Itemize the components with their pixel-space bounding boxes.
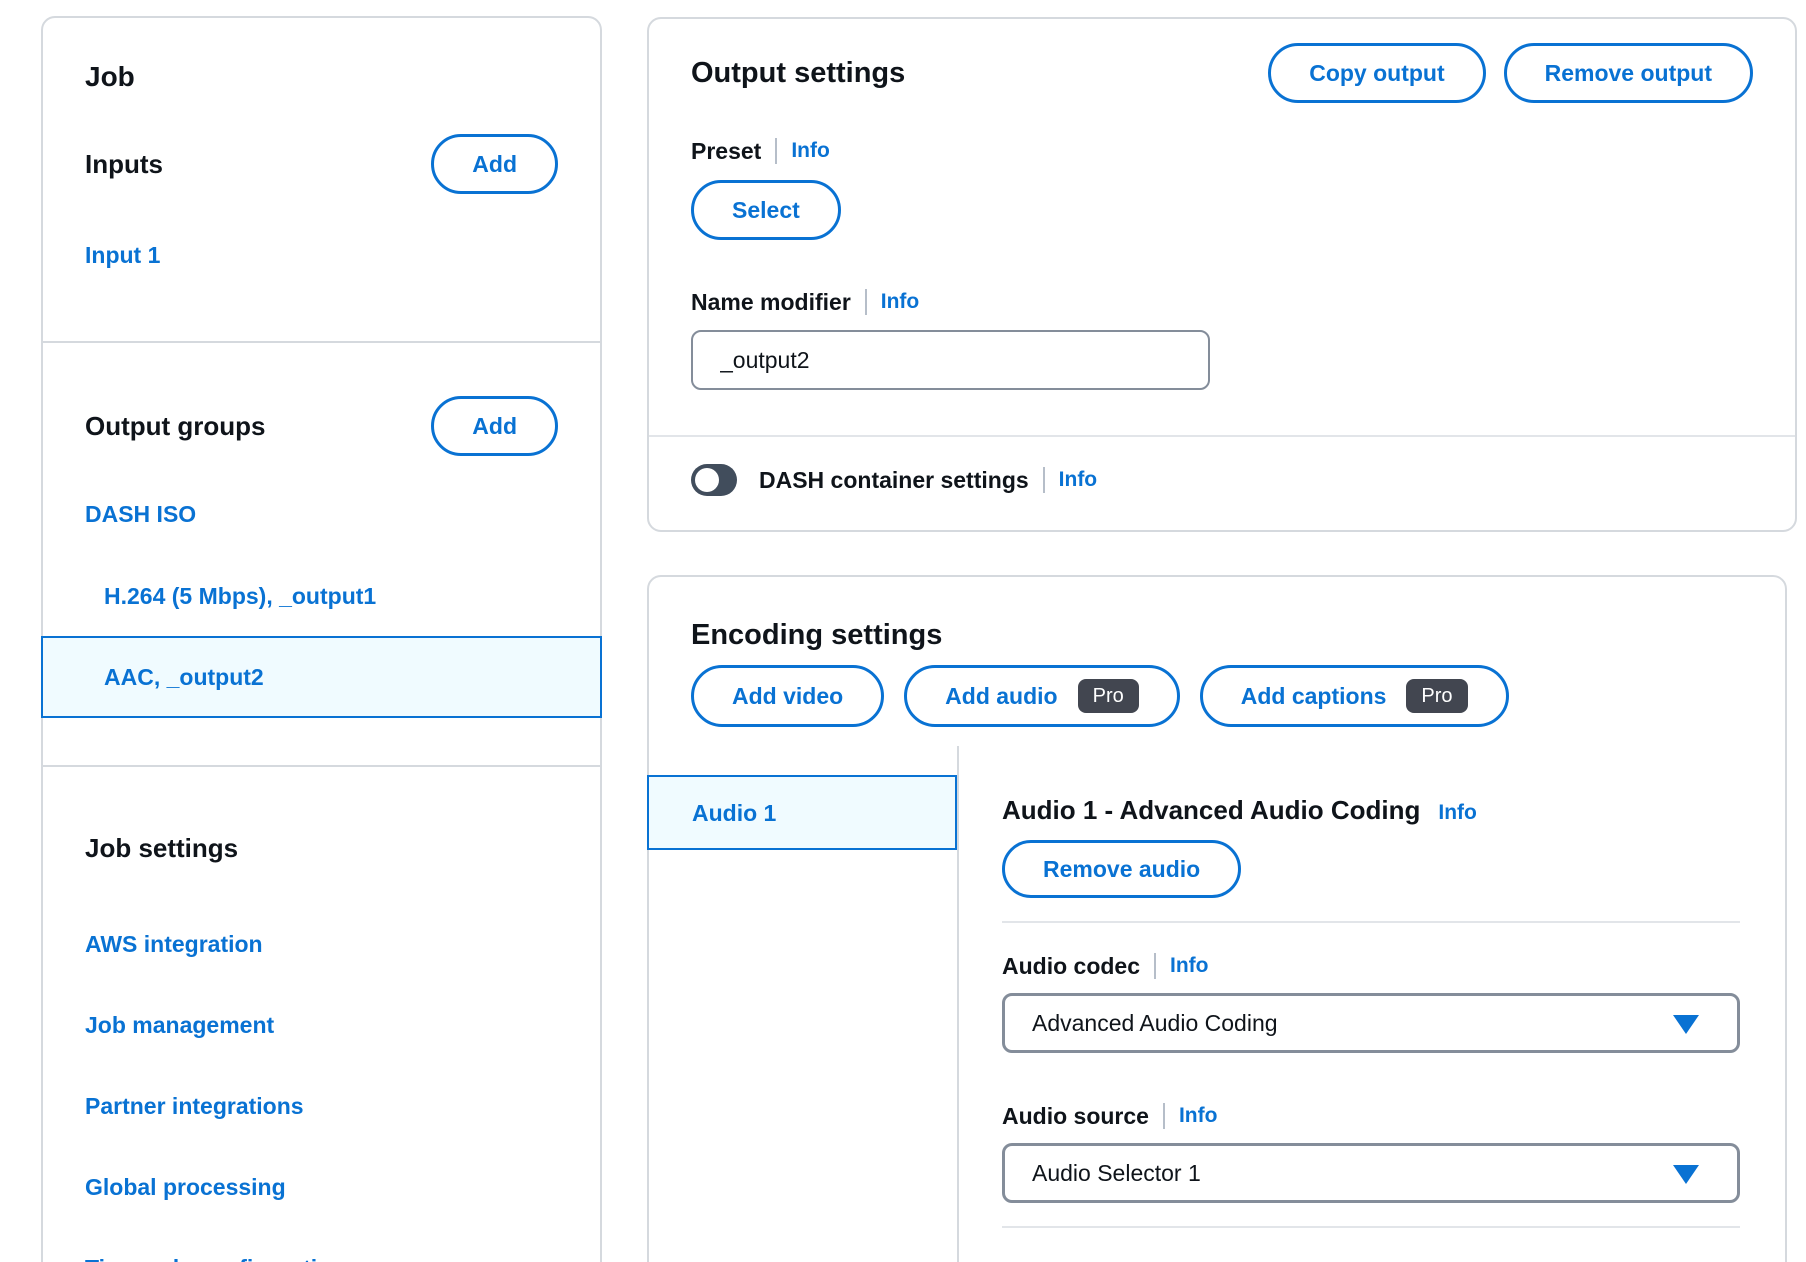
preset-label: Preset (691, 138, 761, 165)
toggle-knob-icon (695, 468, 719, 492)
panel-divider (1002, 921, 1740, 923)
audio-source-value: Audio Selector 1 (1032, 1160, 1201, 1187)
mediaconvert-job-page: Job Inputs Add Input 1 Output groups Add… (0, 0, 1806, 1262)
dash-container-settings-label: DASH container settings (759, 467, 1029, 494)
name-modifier-info-link[interactable]: Info (881, 290, 919, 314)
inputs-header-row: Inputs Add (85, 134, 558, 194)
job-settings-heading: Job settings (85, 831, 558, 865)
preset-info-link[interactable]: Info (791, 139, 829, 163)
audio-1-panel: Audio 1 - Advanced Audio Coding Info Rem… (959, 746, 1785, 1262)
sidebar-item-global-processing[interactable]: Global processing (85, 1172, 558, 1202)
job-panel-title: Job (85, 60, 558, 94)
audio-codec-label-row: Audio codec Info (1002, 951, 1740, 981)
audio-1-heading: Audio 1 - Advanced Audio Coding (1002, 794, 1420, 826)
audio-source-info-link[interactable]: Info (1179, 1104, 1217, 1128)
output-settings-title: Output settings (691, 55, 905, 91)
audio-codec-value: Advanced Audio Coding (1032, 1010, 1278, 1037)
sidebar-item-output-1[interactable]: H.264 (5 Mbps), _output1 (85, 581, 558, 611)
audio-codec-label: Audio codec (1002, 953, 1140, 980)
name-modifier-label-row: Name modifier Info (691, 287, 1753, 317)
name-modifier-label: Name modifier (691, 289, 851, 316)
encoding-tab-layout: Audio 1 Audio 1 - Advanced Audio Coding … (649, 746, 1785, 1262)
preset-select-button[interactable]: Select (691, 180, 841, 240)
audio-codec-info-link[interactable]: Info (1170, 954, 1208, 978)
job-navigation-panel: Job Inputs Add Input 1 Output groups Add… (41, 16, 602, 1262)
panel-divider (1002, 1226, 1740, 1228)
audio-source-select[interactable]: Audio Selector 1 (1002, 1143, 1740, 1203)
sidebar-item-input-1[interactable]: Input 1 (85, 240, 558, 270)
output-settings-actions: Copy output Remove output (1268, 43, 1753, 103)
section-divider (649, 435, 1795, 437)
label-divider (1154, 953, 1156, 979)
audio-codec-select[interactable]: Advanced Audio Coding (1002, 993, 1740, 1053)
output-settings-header: Output settings Copy output Remove outpu… (691, 43, 1753, 103)
audio-tab-list: Audio 1 (649, 746, 959, 1262)
dash-container-settings-info-link[interactable]: Info (1059, 468, 1097, 492)
audio-source-label: Audio source (1002, 1103, 1149, 1130)
tab-audio-1[interactable]: Audio 1 (647, 775, 957, 850)
output-groups-section: Output groups Add DASH ISO H.264 (5 Mbps… (43, 396, 600, 767)
job-inputs-section: Job Inputs Add Input 1 (43, 60, 600, 343)
add-audio-button[interactable]: Add audio Pro (904, 665, 1180, 727)
pro-badge: Pro (1406, 679, 1467, 713)
tab-audio-1-label: Audio 1 (649, 798, 776, 828)
output-groups-header-row: Output groups Add (85, 396, 558, 456)
sidebar-item-partner-integrations[interactable]: Partner integrations (85, 1091, 558, 1121)
add-input-button[interactable]: Add (431, 134, 558, 194)
preset-label-row: Preset Info (691, 136, 1753, 166)
output-groups-heading: Output groups (85, 409, 266, 443)
sidebar-item-job-management[interactable]: Job management (85, 1010, 558, 1040)
add-output-group-button[interactable]: Add (431, 396, 558, 456)
sidebar-item-output-2-selected[interactable]: AAC, _output2 (41, 636, 602, 718)
sidebar-item-aws-integration[interactable]: AWS integration (85, 929, 558, 959)
label-divider (775, 138, 777, 164)
encoding-settings-card: Encoding settings Add video Add audio Pr… (647, 575, 1787, 1262)
add-audio-label: Add audio (945, 683, 1057, 710)
dash-container-settings-row: DASH container settings Info (691, 464, 1753, 496)
add-video-button[interactable]: Add video (691, 665, 884, 727)
remove-output-button[interactable]: Remove output (1504, 43, 1753, 103)
sidebar-item-timecode-configuration[interactable]: Timecode configuration (85, 1253, 558, 1262)
label-divider (865, 289, 867, 315)
chevron-down-icon (1673, 1015, 1699, 1034)
label-divider (1163, 1103, 1165, 1129)
label-divider (1043, 467, 1045, 493)
dash-container-settings-toggle[interactable] (691, 464, 737, 496)
job-settings-section: Job settings AWS integration Job managem… (43, 831, 600, 1262)
add-captions-label: Add captions (1241, 683, 1387, 710)
sidebar-item-dash-iso[interactable]: DASH ISO (85, 499, 558, 529)
chevron-down-icon (1673, 1165, 1699, 1184)
name-modifier-input[interactable] (691, 330, 1210, 390)
audio-1-info-link[interactable]: Info (1438, 801, 1476, 825)
pro-badge: Pro (1078, 679, 1139, 713)
audio-1-heading-row: Audio 1 - Advanced Audio Coding Info (1002, 794, 1740, 826)
sidebar-item-output-2-label: AAC, _output2 (43, 662, 264, 692)
output-settings-card: Output settings Copy output Remove outpu… (647, 17, 1797, 532)
inputs-heading: Inputs (85, 147, 163, 181)
remove-audio-button[interactable]: Remove audio (1002, 840, 1241, 898)
audio-source-label-row: Audio source Info (1002, 1101, 1740, 1131)
encoding-settings-title: Encoding settings (691, 617, 1743, 653)
encoding-actions-row: Add video Add audio Pro Add captions Pro (691, 665, 1743, 727)
copy-output-button[interactable]: Copy output (1268, 43, 1485, 103)
add-captions-button[interactable]: Add captions Pro (1200, 665, 1509, 727)
